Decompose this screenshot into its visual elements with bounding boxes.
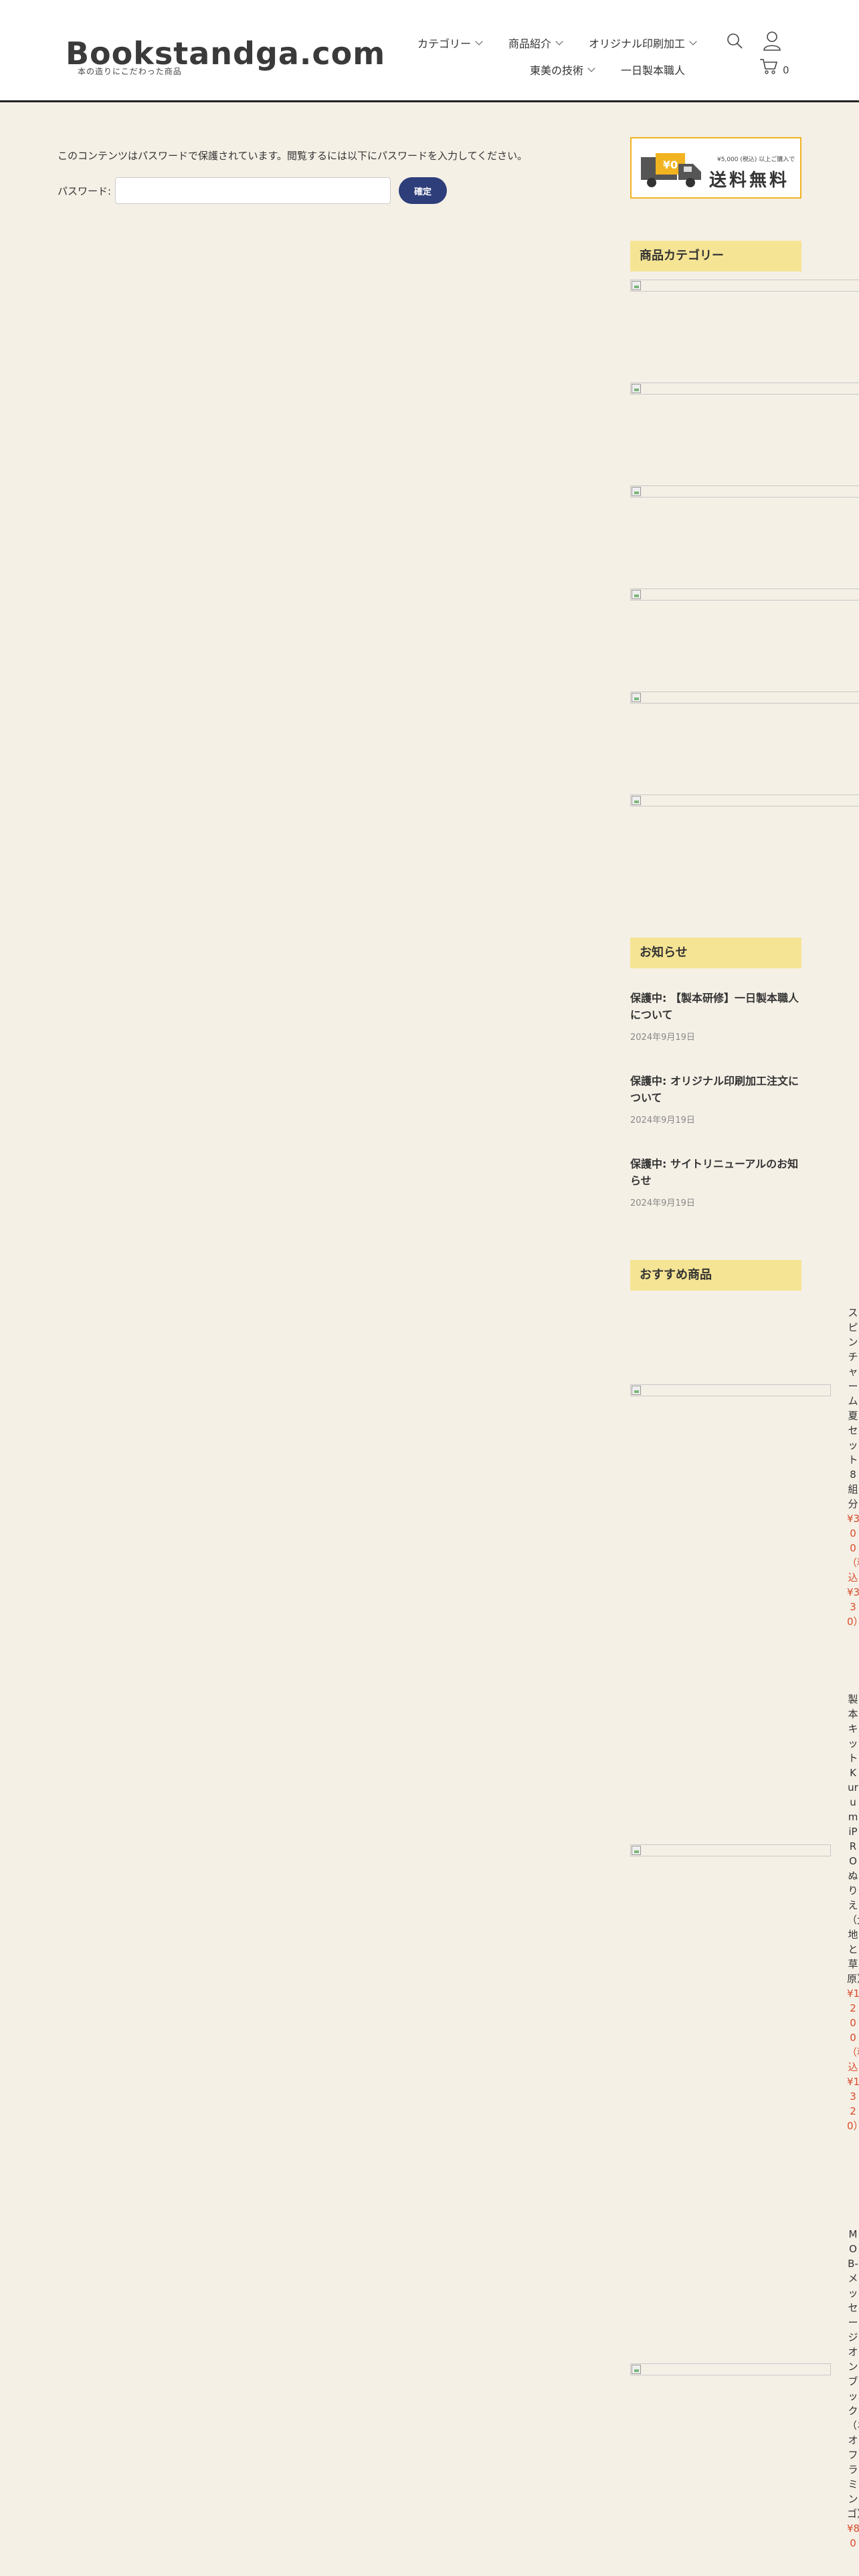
product-name: スピンチャーム夏セット8組分 bbox=[848, 1307, 858, 1510]
news-item-date: 2024年9月19日 bbox=[630, 1115, 695, 1125]
nav-item[interactable]: 商品紹介 bbox=[508, 35, 563, 51]
news-item-title[interactable]: 保護中: サイトリニューアルのお知らせ bbox=[630, 1156, 804, 1189]
category-section-title: 商品カテゴリー bbox=[630, 241, 801, 272]
product-tax-note: （税込¥1,320） bbox=[847, 2046, 859, 2132]
broken-image-icon bbox=[632, 487, 641, 496]
main-nav: カテゴリー 商品紹介 オリジナル印刷加工 東美の技術 一日製本職人 bbox=[375, 35, 697, 78]
broken-image-icon bbox=[632, 281, 641, 290]
category-image-link[interactable] bbox=[630, 383, 859, 395]
broken-image-icon bbox=[632, 384, 641, 393]
cart-icon[interactable] bbox=[759, 58, 778, 75]
nav-item-label: 東美の技術 bbox=[529, 64, 583, 77]
password-input[interactable] bbox=[115, 177, 391, 204]
news-item-date: 2024年9月19日 bbox=[630, 1033, 695, 1043]
chevron-down-icon bbox=[689, 37, 697, 45]
product-image-link[interactable] bbox=[630, 1844, 831, 1856]
product-price: ¥80 bbox=[847, 2523, 859, 2549]
truck-icon: ¥0 bbox=[641, 153, 701, 187]
broken-image-icon bbox=[632, 693, 641, 702]
password-notice: このコンテンツはパスワードで保護されています。閲覧するには以下にパスワードを入力… bbox=[58, 150, 528, 162]
product-info[interactable]: MOB-メッセージオンブック（ネオフラミンゴ） ¥80 bbox=[847, 2227, 859, 2551]
product-name: MOB-メッセージオンブック（ネオフラミンゴ） bbox=[847, 2228, 859, 2520]
chevron-down-icon bbox=[555, 37, 563, 45]
product-image-link[interactable] bbox=[630, 1384, 831, 1396]
password-form: パスワード: 確定 bbox=[58, 177, 448, 204]
search-icon[interactable] bbox=[726, 32, 743, 49]
recommended-section-title: おすすめ商品 bbox=[630, 1260, 801, 1291]
broken-image-icon bbox=[632, 2365, 641, 2374]
product-info[interactable]: スピンチャーム夏セット8組分 ¥300 （税込¥330） bbox=[847, 1305, 859, 1629]
broken-image-icon bbox=[632, 796, 641, 805]
product-price: ¥1,200 bbox=[847, 1988, 859, 2044]
category-image-link[interactable] bbox=[630, 794, 859, 807]
chevron-down-icon bbox=[587, 64, 595, 72]
news-item-title[interactable]: 保護中: 【製本研修】一日製本職人について bbox=[630, 990, 804, 1023]
category-image-link[interactable] bbox=[630, 280, 859, 292]
product-price: ¥300 bbox=[847, 1513, 859, 1554]
banner-small-text: ¥5,000 (税込) 以上ご購入で bbox=[717, 156, 795, 163]
logo-tagline: 本の造りにこだわった商品 bbox=[78, 67, 182, 76]
product-name: 製本キットKurumiPROぬりえ（大地と草原） bbox=[847, 1693, 859, 1985]
news-item-date: 2024年9月19日 bbox=[630, 1198, 695, 1208]
broken-image-icon bbox=[632, 1386, 641, 1395]
banner-big-text: 送料無料 bbox=[709, 171, 790, 191]
nav-item-label: 商品紹介 bbox=[508, 37, 551, 50]
category-image-link[interactable] bbox=[630, 486, 859, 498]
category-image-link[interactable] bbox=[630, 691, 859, 704]
product-info[interactable]: 製本キットKurumiPROぬりえ（大地と草原） ¥1,200 （税込¥1,320） bbox=[847, 1692, 859, 2133]
nav-item[interactable]: 東美の技術 bbox=[529, 62, 595, 78]
password-label: パスワード: bbox=[58, 185, 112, 197]
news-section-title: お知らせ bbox=[630, 938, 801, 968]
product-tax-note: （税込¥330） bbox=[847, 1557, 859, 1628]
user-account-icon[interactable] bbox=[763, 31, 781, 51]
nav-item[interactable]: カテゴリー bbox=[417, 35, 483, 51]
submit-button[interactable]: 確定 bbox=[399, 177, 448, 204]
chevron-down-icon bbox=[475, 37, 483, 45]
nav-item[interactable]: 一日製本職人 bbox=[621, 62, 685, 78]
site-logo[interactable]: Bookstandga.com 本の造りにこだわった商品 bbox=[66, 35, 385, 79]
free-shipping-banner[interactable]: ¥0 ¥5,000 (税込) 以上ご購入で 送料無料 bbox=[630, 137, 801, 199]
broken-image-icon bbox=[632, 590, 641, 599]
banner-badge: ¥0 bbox=[663, 158, 678, 171]
nav-row-2: 東美の技術 一日製本職人 bbox=[375, 62, 696, 78]
nav-item[interactable]: オリジナル印刷加工 bbox=[588, 35, 697, 51]
nav-item-label: カテゴリー bbox=[417, 37, 471, 50]
nav-item-label: 一日製本職人 bbox=[620, 64, 685, 77]
broken-image-icon bbox=[632, 1846, 641, 1855]
news-item-title[interactable]: 保護中: オリジナル印刷加工注文について bbox=[630, 1073, 804, 1106]
nav-row-1: カテゴリー 商品紹介 オリジナル印刷加工 bbox=[375, 35, 697, 51]
site-header: Bookstandga.com 本の造りにこだわった商品 カテゴリー 商品紹介 オリ… bbox=[0, 0, 859, 102]
product-image-link[interactable] bbox=[630, 2363, 831, 2375]
cart-count: 0 bbox=[783, 64, 789, 76]
category-image-link[interactable] bbox=[630, 588, 859, 601]
nav-item-label: オリジナル印刷加工 bbox=[588, 37, 685, 50]
